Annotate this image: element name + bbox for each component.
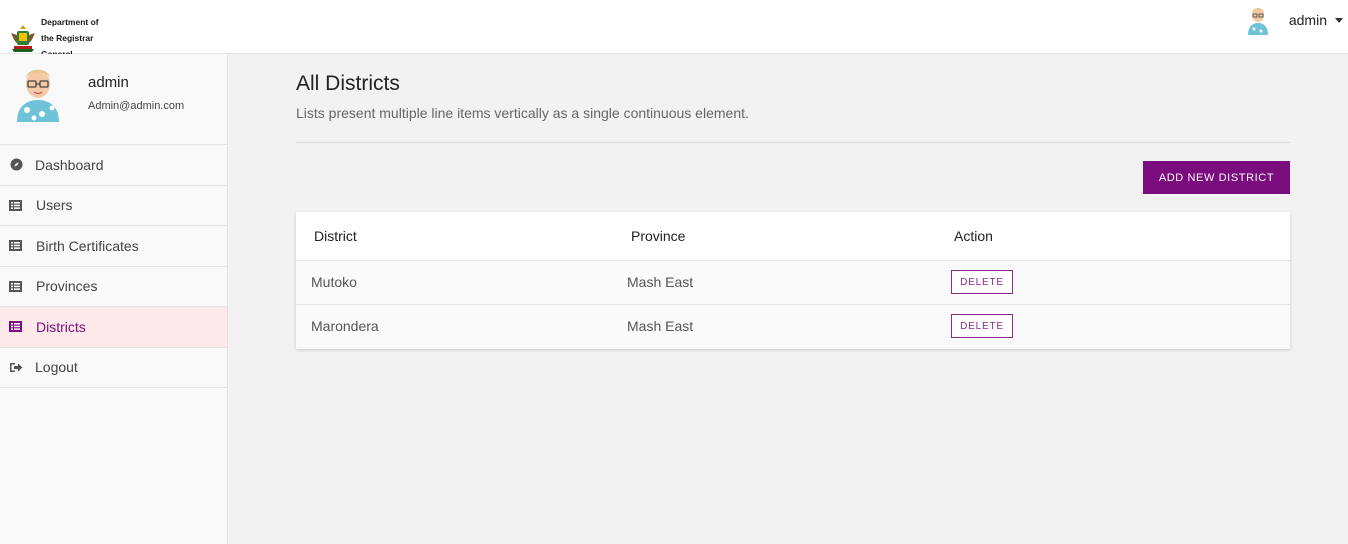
- sidebar-item-provinces[interactable]: Provinces: [0, 267, 227, 307]
- delete-button[interactable]: DELETE: [951, 314, 1013, 338]
- sign-out-icon: [10, 361, 23, 374]
- sidebar: admin Admin@admin.com Dashboard Users Bi…: [0, 54, 228, 544]
- brand-line-1: Department of: [41, 17, 99, 27]
- sidebar-item-label: Provinces: [36, 278, 98, 295]
- compass-icon: [10, 158, 23, 171]
- page-subtitle: Lists present multiple line items vertic…: [296, 105, 749, 121]
- column-header-district: District: [314, 228, 357, 244]
- sidebar-profile: admin Admin@admin.com: [0, 54, 227, 145]
- user-name[interactable]: admin: [1289, 12, 1327, 28]
- list-icon: [9, 199, 22, 212]
- province-cell: Mash East: [627, 274, 694, 290]
- list-icon: [9, 239, 22, 252]
- sidebar-item-label: Birth Certificates: [36, 237, 139, 254]
- province-cell: Mash East: [627, 318, 694, 334]
- sidebar-item-label: Dashboard: [35, 156, 104, 173]
- table-row: Mutoko Mash East DELETE: [296, 261, 1290, 305]
- caret-down-icon[interactable]: [1335, 17, 1343, 23]
- user-menu[interactable]: admin: [1245, 5, 1348, 35]
- delete-button[interactable]: DELETE: [951, 270, 1013, 294]
- user-avatar: [1247, 8, 1268, 35]
- district-cell: Marondera: [311, 318, 379, 334]
- list-icon: [9, 320, 22, 333]
- table-row: Marondera Mash East DELETE: [296, 305, 1290, 349]
- column-header-action: Action: [954, 228, 993, 244]
- sidebar-item-dashboard[interactable]: Dashboard: [0, 145, 227, 186]
- districts-table: District Province Action Mutoko Mash Eas…: [296, 212, 1290, 349]
- sidebar-item-birth-certificates[interactable]: Birth Certificates: [0, 226, 227, 267]
- page-title: All Districts: [296, 72, 400, 95]
- profile-name: admin: [88, 74, 129, 91]
- divider: [296, 142, 1290, 143]
- sidebar-item-users[interactable]: Users: [0, 186, 227, 226]
- profile-email: Admin@admin.com: [88, 100, 185, 112]
- sidebar-item-districts[interactable]: Districts: [0, 307, 227, 348]
- list-icon: [9, 280, 22, 293]
- add-new-district-button[interactable]: ADD NEW DISTRICT: [1143, 161, 1290, 194]
- profile-avatar: [17, 69, 59, 122]
- top-bar: Department of the Registrar General admi…: [0, 0, 1348, 58]
- table-header: District Province Action: [296, 212, 1290, 261]
- coat-of-arms-logo: [11, 25, 35, 52]
- sidebar-item-label: Districts: [36, 318, 86, 335]
- district-cell: Mutoko: [311, 274, 357, 290]
- sidebar-item-logout[interactable]: Logout: [0, 348, 227, 388]
- column-header-province: Province: [631, 228, 686, 244]
- brand-line-2: the Registrar: [41, 33, 94, 43]
- sidebar-item-label: Users: [36, 197, 73, 214]
- sidebar-item-label: Logout: [35, 359, 78, 376]
